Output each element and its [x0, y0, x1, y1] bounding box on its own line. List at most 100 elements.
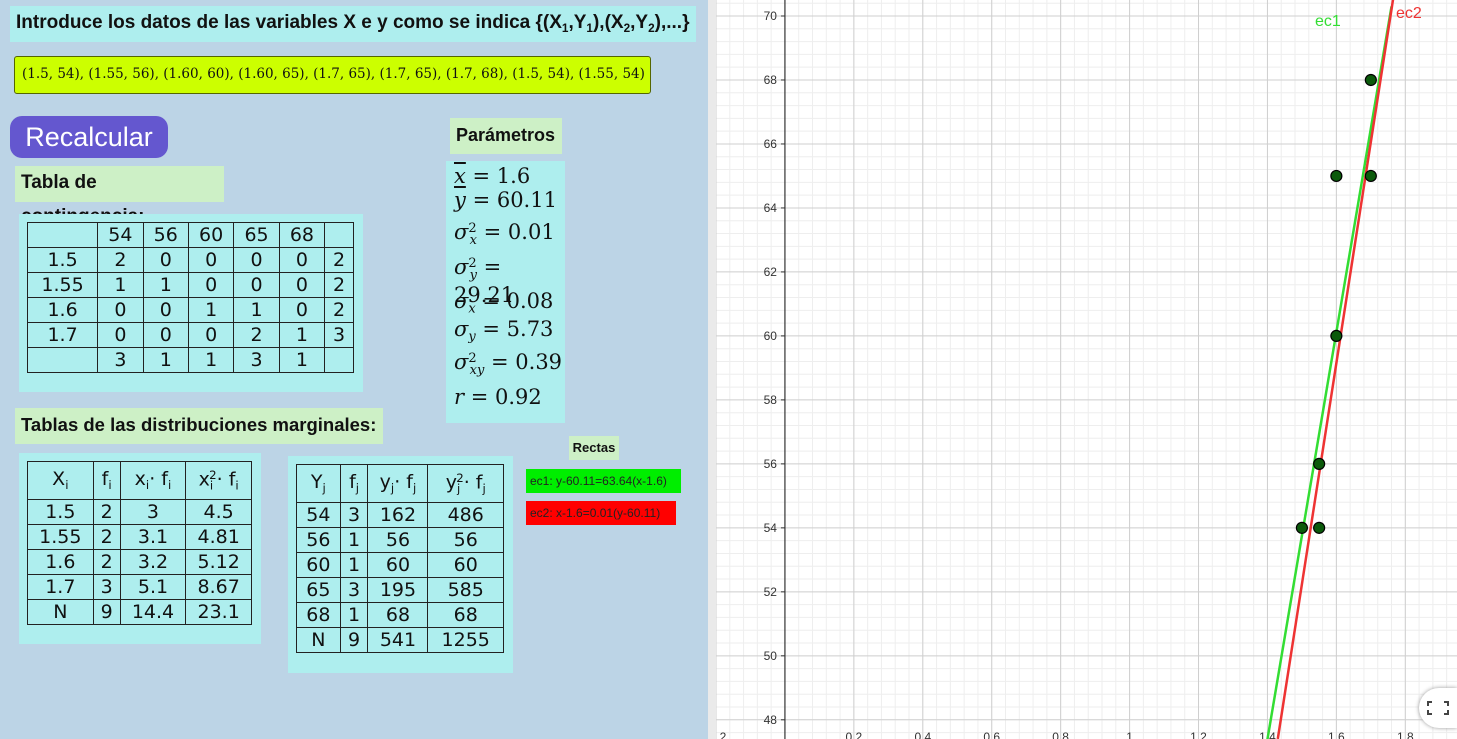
mean-x: x = 1.6 [454, 164, 531, 188]
x-tick-label: 0.8 [1052, 730, 1069, 739]
table-row: N 9 541 1255 [296, 627, 504, 653]
mean-y: y = 60.11 [454, 188, 557, 212]
table-cell: 56 [427, 527, 504, 553]
table-cell: 162 [367, 502, 429, 528]
panel-divider[interactable] [708, 0, 716, 739]
graphics-view[interactable]: 48 50 52 54 56 58 60 62 64 66 68 70 -0.2 0.2 0.4 0.6 0.8… [716, 0, 1457, 739]
x-tick-label: 0.6 [983, 730, 1000, 739]
plot-background [716, 0, 1457, 739]
table-cell: 1 [339, 552, 369, 578]
table-cell: 0 [233, 272, 280, 298]
variance-x: σ2x = 0.01 [454, 220, 555, 248]
xf-col-header: xi· fi [119, 461, 187, 500]
table-cell: 0 [142, 247, 189, 273]
table-row: 65 3 195 585 [296, 577, 504, 603]
table-cell: 3 [339, 502, 369, 528]
ec1-label: ec1 [1315, 13, 1341, 30]
x-tick-label: 1 [1126, 730, 1133, 739]
table-row: 1.7 0 0 0 2 1 3 [26, 322, 354, 348]
x-tick-label: 1.2 [1190, 730, 1207, 739]
table-cell: 60 [296, 552, 341, 578]
y-table-header: Yj fj yj· fj yj2· fj [296, 464, 504, 503]
std-x: σx = 0.08 [454, 289, 554, 317]
contingency-table-panel: 54 56 60 65 68 1.5 2 0 0 0 0 2 1.55 1 1 0 0 0 2 1.6 0 0 1 1 0 2 1.… [19, 214, 363, 392]
ec1-equation: ec1: y-60.11=63.64(x-1.6) [526, 469, 681, 493]
y-tick-label: 56 [764, 457, 778, 471]
table-cell: 3 [92, 574, 121, 600]
table-header-cell: 60 [187, 222, 235, 248]
table-row: N 9 14.4 23.1 [27, 599, 252, 625]
table-cell: 60 [367, 552, 429, 578]
data-point [1364, 73, 1377, 87]
params-panel: x = 1.6 y = 60.11 σ2x = 0.01 σ2y = 29.21… [446, 161, 565, 423]
table-row: 1.6 0 0 1 1 0 2 [26, 297, 354, 323]
table-cell: 1 [142, 347, 189, 373]
contingency-table: 54 56 60 65 68 1.5 2 0 0 0 0 2 1.55 1 1 0 0 0 2 1.6 0 0 1 1 0 2 1.… [26, 222, 354, 373]
y-tick-label: 64 [764, 201, 778, 215]
ec2-label: ec2 [1396, 5, 1422, 22]
y-tick-label: 54 [764, 521, 778, 535]
fullscreen-button[interactable] [1419, 688, 1457, 728]
table-row: 1.55 1 1 0 0 0 2 [26, 272, 354, 298]
table-header-cell [26, 222, 99, 248]
table-cell: 486 [427, 502, 504, 528]
x-tick-label: 1.8 [1397, 730, 1414, 739]
data-point [1330, 329, 1343, 343]
table-cell: 68 [427, 602, 504, 628]
table-cell: N [27, 599, 94, 625]
table-cell: 5.1 [119, 574, 187, 600]
table-cell: 1 [187, 347, 235, 373]
data-point [1364, 169, 1377, 183]
table-cell: 3.1 [119, 524, 187, 550]
table-header-cell: 54 [97, 222, 144, 248]
table-cell: 56 [367, 527, 429, 553]
table-row: 56 1 56 56 [296, 527, 504, 553]
table-row: 1.55 2 3.1 4.81 [27, 524, 252, 550]
table-cell [26, 347, 99, 373]
table-cell: 0 [142, 322, 189, 348]
yf-col-header: yj· fj [367, 464, 429, 503]
table-cell: 3 [339, 577, 369, 603]
table-cell: 1 [278, 347, 326, 373]
table-row: 1.5 2 0 0 0 0 2 [26, 247, 354, 273]
scatter-plot[interactable]: 48 50 52 54 56 58 60 62 64 66 68 70 -0.2 0.2 0.4 0.6 0.8… [716, 0, 1457, 739]
data-input[interactable]: (1.5, 54), (1.55, 56), (1.60, 60), (1.60… [14, 56, 651, 94]
table-cell: 1.55 [27, 524, 94, 550]
table-cell: 1 [142, 272, 189, 298]
table-cell: 0 [187, 247, 235, 273]
table-cell: 2 [92, 499, 121, 525]
data-input-value: (1.5, 54), (1.55, 56), (1.60, 60), (1.60… [22, 66, 645, 82]
correlation: r = 0.92 [454, 385, 542, 409]
y-tick-label: 58 [764, 393, 778, 407]
table-cell: 8.67 [185, 574, 252, 600]
y-tick-label: 62 [764, 265, 778, 279]
y-tick-label: 50 [764, 649, 778, 663]
table-cell: 0 [97, 297, 144, 323]
table-cell: 2 [233, 322, 280, 348]
table-header-cell [324, 222, 354, 248]
x-col-header: Xi [27, 461, 94, 500]
table-row: 60 1 60 60 [296, 552, 504, 578]
rectas-title: Rectas [569, 436, 619, 460]
table-cell: 0 [278, 297, 326, 323]
table-cell: 4.5 [185, 499, 252, 525]
table-row: 31131 [26, 347, 354, 373]
x-table-header: Xi fi xi· fi xi2· fi [27, 461, 252, 500]
table-cell: 541 [367, 627, 429, 653]
table-row: 1.6 2 3.2 5.12 [27, 549, 252, 575]
table-cell: 68 [367, 602, 429, 628]
table-cell: 2 [324, 247, 354, 273]
table-cell: 1 [278, 322, 326, 348]
table-cell: 5.12 [185, 549, 252, 575]
header-bar: Introduce los datos de las variables X e… [10, 6, 696, 42]
table-cell: 1.6 [27, 549, 94, 575]
x-marginal-panel: Xi fi xi· fi xi2· fi 1.5 2 3 4.5 1.55 2 3.1 4.8… [19, 453, 261, 644]
table-cell: 0 [97, 322, 144, 348]
table-cell: 0 [142, 297, 189, 323]
x-marginal-table: Xi fi xi· fi xi2· fi 1.5 2 3 4.5 1.55 2 3.1 4.8… [27, 461, 252, 625]
data-point [1295, 521, 1309, 534]
y-tick-label: 52 [764, 585, 778, 599]
table-cell: 9 [339, 627, 369, 653]
recalculate-button[interactable]: Recalcular [10, 116, 168, 158]
contingency-title: Tabla de contingencia: [15, 166, 224, 227]
